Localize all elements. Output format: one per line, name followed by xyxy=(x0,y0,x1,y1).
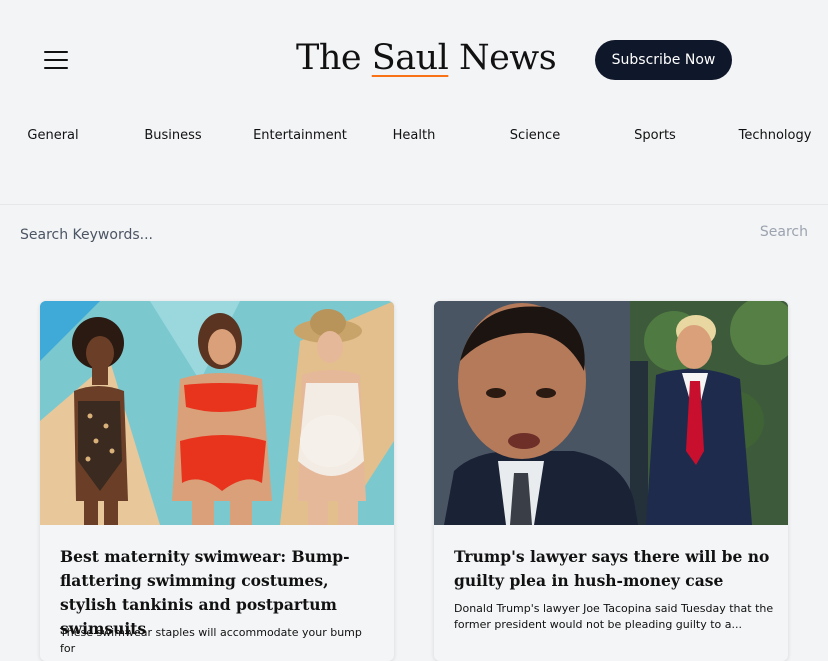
article-description: These swimwear staples will accommodate … xyxy=(60,626,362,655)
category-general[interactable]: General xyxy=(27,128,78,143)
article-description: Donald Trump's lawyer Joe Tacopina said … xyxy=(454,602,774,631)
search-button[interactable]: Search xyxy=(760,224,808,240)
article-image[interactable] xyxy=(434,301,788,525)
brand-text-2: News xyxy=(448,38,557,78)
search-input[interactable] xyxy=(20,222,720,248)
subscribe-button[interactable]: Subscribe Now xyxy=(595,40,732,80)
category-nav: General Business Entertainment Health Sc… xyxy=(0,128,828,152)
menu-icon[interactable] xyxy=(44,51,68,69)
category-technology[interactable]: Technology xyxy=(739,128,812,143)
site-header: The Saul News Subscribe Now xyxy=(0,0,828,120)
category-business[interactable]: Business xyxy=(144,128,201,143)
brand-text-accent: Saul xyxy=(371,38,449,78)
article-image[interactable] xyxy=(40,301,394,525)
article-card[interactable]: Trump's lawyer says there will be no gui… xyxy=(434,301,788,661)
category-science[interactable]: Science xyxy=(510,128,560,143)
category-entertainment[interactable]: Entertainment xyxy=(253,128,347,143)
header-divider xyxy=(0,204,828,205)
brand-text-1: The xyxy=(296,38,372,78)
article-card[interactable]: Best maternity swimwear: Bump-flattering… xyxy=(40,301,394,661)
article-title[interactable]: Trump's lawyer says there will be no gui… xyxy=(454,545,774,593)
category-health[interactable]: Health xyxy=(393,128,436,143)
category-sports[interactable]: Sports xyxy=(634,128,676,143)
site-logo[interactable]: The Saul News xyxy=(296,38,557,78)
